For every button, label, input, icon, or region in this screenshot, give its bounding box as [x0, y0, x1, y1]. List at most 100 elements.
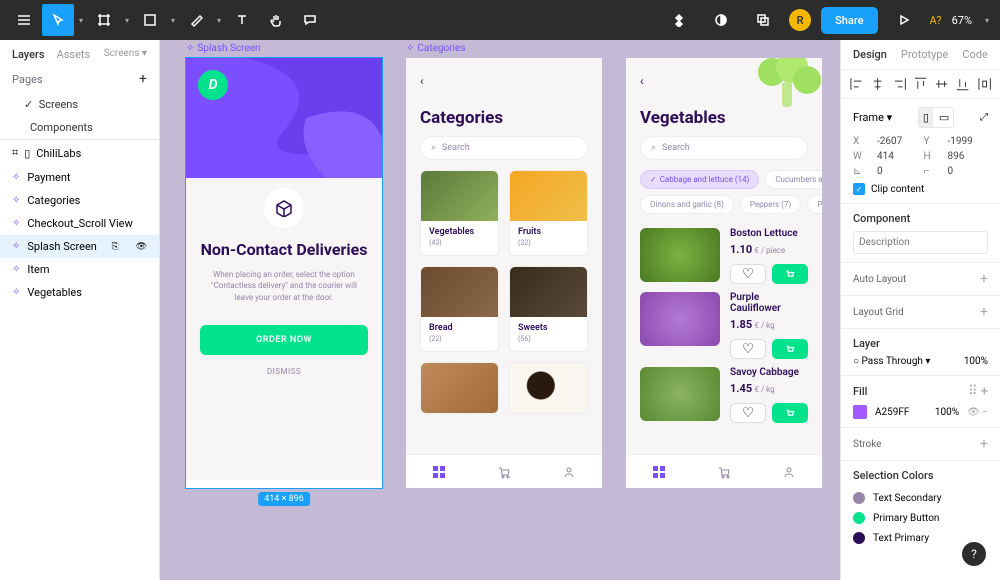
- stroke-row[interactable]: Stroke+: [841, 428, 1000, 461]
- add-page-icon[interactable]: +: [139, 71, 147, 87]
- align-right-icon[interactable]: [892, 76, 907, 92]
- category-card[interactable]: [420, 362, 499, 414]
- order-button[interactable]: ORDER NOW: [200, 325, 368, 355]
- layer-opacity[interactable]: 100%: [964, 356, 988, 367]
- comment-tool[interactable]: [294, 4, 326, 36]
- component-icon[interactable]: [663, 4, 695, 36]
- favorite-button[interactable]: ♡: [730, 264, 766, 284]
- back-icon[interactable]: ‹: [420, 74, 424, 88]
- mask-icon[interactable]: [705, 4, 737, 36]
- frame-splash[interactable]: ✧ Splash Screen D Non-Contact Deliveries…: [186, 58, 382, 488]
- user-icon[interactable]: [782, 465, 796, 479]
- layer-payment[interactable]: ✧Payment: [0, 166, 159, 189]
- tab-assets[interactable]: Assets: [57, 48, 91, 61]
- help-button[interactable]: ?: [962, 542, 986, 566]
- favorite-button[interactable]: ♡: [730, 403, 766, 423]
- frame-dropdown[interactable]: ▾: [122, 4, 132, 36]
- boolean-icon[interactable]: [747, 4, 779, 36]
- layout-grid-row[interactable]: Layout Grid+: [841, 296, 1000, 329]
- layer-checkout[interactable]: ✧Checkout_Scroll View: [0, 212, 159, 235]
- cart-icon[interactable]: [497, 465, 511, 479]
- fill-hex[interactable]: A259FF: [875, 407, 909, 418]
- frame-label-categories[interactable]: ✧ Categories: [406, 43, 466, 54]
- frame-type[interactable]: Frame ▾: [853, 111, 892, 124]
- dismiss-button[interactable]: DISMISS: [200, 367, 368, 376]
- layer-vegetables[interactable]: ✧Vegetables: [0, 281, 159, 304]
- search-input[interactable]: ⌕Search: [640, 136, 808, 160]
- frame-categories[interactable]: ✧ Categories ‹ Categories ⌕Search Vegeta…: [406, 58, 602, 488]
- add-cart-button[interactable]: [772, 403, 808, 423]
- category-card[interactable]: Fruits(32): [509, 170, 588, 256]
- filter-chip[interactable]: Peppers (7): [740, 195, 801, 214]
- category-card[interactable]: Bread(22): [420, 266, 499, 352]
- align-left-icon[interactable]: [849, 76, 864, 92]
- product-row[interactable]: Boston Lettuce 1.10 € / piece ♡: [640, 228, 808, 284]
- resize-icon[interactable]: ⤢: [980, 112, 988, 123]
- layer-item[interactable]: ✧Item: [0, 258, 159, 281]
- add-cart-button[interactable]: [772, 339, 808, 359]
- shape-dropdown[interactable]: ▾: [168, 4, 178, 36]
- pen-tool[interactable]: [180, 4, 212, 36]
- fill-swatch[interactable]: [853, 405, 867, 419]
- align-vcenter-icon[interactable]: [934, 76, 949, 92]
- canvas[interactable]: ✧ Splash Screen D Non-Contact Deliveries…: [160, 40, 840, 580]
- grid-icon[interactable]: [432, 465, 446, 479]
- project-row[interactable]: ⌗ ▯ ChiliLabs: [0, 139, 159, 166]
- height[interactable]: 896: [948, 151, 989, 162]
- align-top-icon[interactable]: [913, 76, 928, 92]
- filter-chip[interactable]: Potatoes and ca: [807, 195, 822, 214]
- product-row[interactable]: Savoy Cabbage 1.45 € / kg ♡: [640, 367, 808, 423]
- page-screens[interactable]: ✓ Screens: [0, 93, 159, 116]
- move-tool[interactable]: [42, 4, 74, 36]
- back-icon[interactable]: ‹: [640, 74, 644, 88]
- category-card[interactable]: Vegetables(43): [420, 170, 499, 256]
- search-input[interactable]: ⌕Search: [420, 136, 588, 160]
- menu-icon[interactable]: [8, 4, 40, 36]
- width[interactable]: 414: [877, 151, 918, 162]
- hand-tool[interactable]: [260, 4, 292, 36]
- fill-opacity[interactable]: 100%: [935, 407, 959, 418]
- filter-chip[interactable]: Oinons and garlic (8): [640, 195, 734, 214]
- user-icon[interactable]: [562, 465, 576, 479]
- color-item[interactable]: Text Secondary: [853, 488, 988, 508]
- blend-mode[interactable]: ○ Pass Through ▾: [853, 356, 930, 367]
- clip-checkbox[interactable]: ✓: [853, 183, 865, 195]
- cart-icon[interactable]: [717, 465, 731, 479]
- tab-prototype[interactable]: Prototype: [901, 48, 948, 61]
- category-card[interactable]: [509, 362, 588, 414]
- position-x[interactable]: -2607: [877, 136, 918, 147]
- grid-icon[interactable]: [652, 465, 666, 479]
- radius[interactable]: 0: [948, 166, 989, 177]
- description-input[interactable]: [853, 231, 988, 254]
- add-cart-button[interactable]: [772, 264, 808, 284]
- distribute-icon[interactable]: [977, 76, 992, 92]
- align-hcenter-icon[interactable]: [870, 76, 885, 92]
- present-icon[interactable]: [888, 4, 920, 36]
- product-row[interactable]: Purple Cauliflower 1.85 € / kg ♡: [640, 292, 808, 359]
- tab-layers[interactable]: Layers: [12, 48, 45, 61]
- zoom-level[interactable]: 67%: [952, 14, 972, 27]
- auto-layout-row[interactable]: Auto Layout+: [841, 263, 1000, 296]
- user-avatar[interactable]: R: [789, 9, 811, 31]
- rotation[interactable]: 0: [877, 166, 918, 177]
- move-dropdown[interactable]: ▾: [76, 4, 86, 36]
- filter-chip[interactable]: Cucumbers and tomato: [765, 170, 822, 189]
- pages-dropdown[interactable]: Screens ▾: [104, 48, 147, 61]
- tab-code[interactable]: Code: [962, 48, 987, 61]
- frame-tool[interactable]: [88, 4, 120, 36]
- layer-categories[interactable]: ✧Categories: [0, 189, 159, 212]
- layer-splash[interactable]: ✧Splash Screen⎘ 👁: [0, 235, 159, 258]
- frame-vegetables[interactable]: ✧ Vegetables ‹ Vegetables ⌕Search ✓ Cabb…: [626, 58, 822, 488]
- missing-fonts-badge[interactable]: A?: [930, 14, 942, 27]
- filter-chip[interactable]: ✓ Cabbage and lettuce (14): [640, 170, 759, 189]
- favorite-button[interactable]: ♡: [730, 339, 766, 359]
- page-components[interactable]: Components: [0, 116, 159, 139]
- shape-tool[interactable]: [134, 4, 166, 36]
- pen-dropdown[interactable]: ▾: [214, 4, 224, 36]
- category-card[interactable]: Sweets(56): [509, 266, 588, 352]
- device-selector[interactable]: ▯▭: [918, 107, 954, 128]
- align-bottom-icon[interactable]: [955, 76, 970, 92]
- text-tool[interactable]: [226, 4, 258, 36]
- frame-label-splash[interactable]: ✧ Splash Screen: [186, 43, 261, 54]
- zoom-dropdown[interactable]: ▾: [982, 4, 992, 36]
